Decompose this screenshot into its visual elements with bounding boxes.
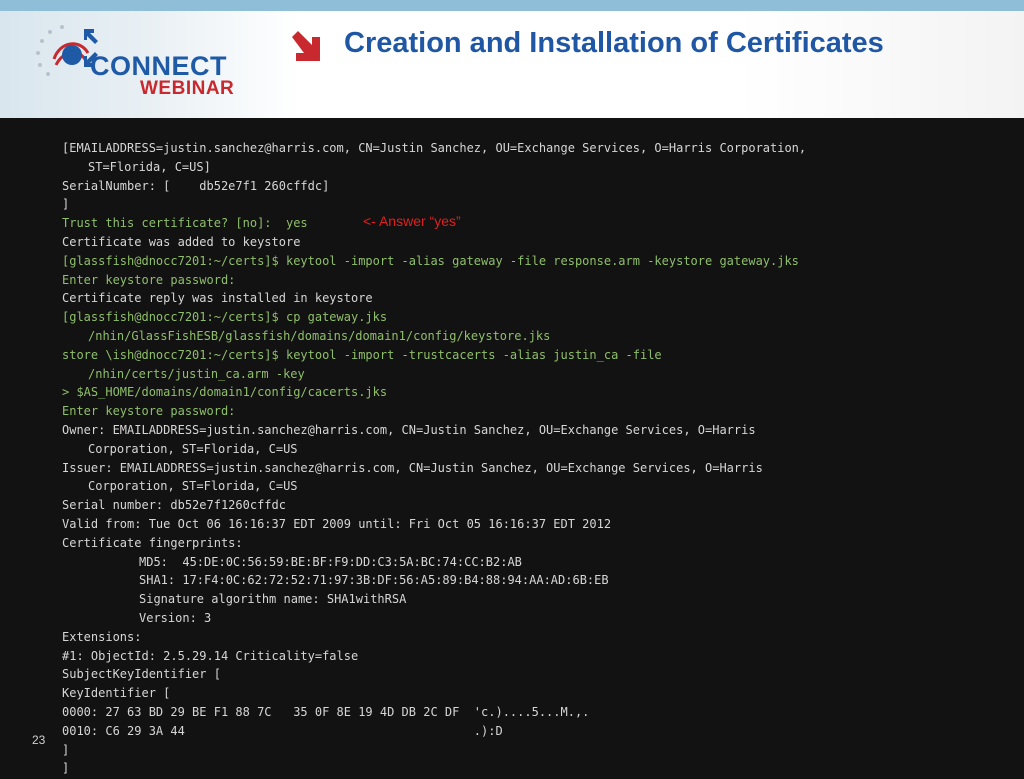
terminal-line: > $AS_HOME/domains/domain1/config/cacert…	[62, 385, 388, 400]
arrow-down-right-icon	[292, 31, 320, 61]
terminal-line: Serial number: db52e7f1260cffdc	[62, 498, 286, 513]
terminal-line: Version: 3	[139, 610, 212, 625]
terminal-line: Certificate was added to keystore	[62, 234, 301, 249]
terminal-line: Certificate fingerprints:	[62, 535, 243, 550]
terminal-line: Enter keystore password:	[62, 272, 236, 287]
terminal-line: [glassfish@dnocc7201:~/certs]$ keytool -…	[62, 253, 799, 268]
terminal-line: Corporation, ST=Florida, C=US	[88, 441, 298, 456]
terminal-line: Enter keystore password:	[62, 404, 236, 419]
terminal-line: #1: ObjectId: 2.5.29.14 Criticality=fals…	[62, 648, 359, 663]
terminal-line: [glassfish@dnocc7201:~/certs]$ cp gatewa…	[62, 310, 388, 325]
terminal-line: Issuer: EMAILADDRESS=justin.sanchez@harr…	[62, 460, 763, 475]
terminal-line: MD5: 45:DE:0C:56:59:BE:BF:F9:DD:C3:5A:BC…	[139, 554, 522, 569]
terminal-line: SerialNumber: [ db52e7f1 260cffdc]	[62, 178, 330, 193]
terminal-lines: [EMAILADDRESS=justin.sanchez@harris.com,…	[62, 140, 982, 779]
slide-title: Creation and Installation of Certificate…	[344, 27, 884, 59]
terminal-line: /nhin/certs/justin_ca.arm -key	[88, 366, 305, 381]
answer-annotation: <- Answer “yes”	[363, 213, 461, 229]
connect-webinar-logo: CONNECT WEBINAR	[0, 11, 300, 118]
terminal-line: [EMAILADDRESS=justin.sanchez@harris.com,…	[62, 141, 807, 155]
terminal-line: ]	[62, 197, 70, 212]
terminal-line: 0010: C6 29 3A 44 .):D	[62, 723, 503, 738]
terminal-line: ]	[62, 761, 70, 776]
terminal-line: store \ish@dnocc7201:~/certs]$ keytool -…	[62, 347, 662, 362]
terminal-line: Valid from: Tue Oct 06 16:16:37 EDT 2009…	[62, 516, 612, 531]
terminal-line: ]	[62, 742, 70, 757]
terminal-line: Corporation, ST=Florida, C=US	[88, 479, 298, 494]
terminal-line: /nhin/GlassFishESB/glassfish/domains/dom…	[88, 328, 551, 343]
top-accent-stripe	[0, 0, 1024, 11]
terminal-line: Certificate reply was installed in keyst…	[62, 291, 373, 306]
terminal-line: KeyIdentifier [	[62, 686, 171, 701]
terminal-line: SHA1: 17:F4:0C:62:72:52:71:97:3B:DF:56:A…	[139, 573, 609, 588]
terminal-line: ST=Florida, C=US]	[88, 159, 211, 174]
terminal-line: Signature algorithm name: SHA1withRSA	[139, 592, 407, 607]
page-number: 23	[32, 733, 46, 747]
slide-header: CONNECT WEBINAR Creation and Installatio…	[0, 11, 1024, 118]
logo-webinar-text: WEBINAR	[140, 78, 235, 99]
terminal-line: SubjectKeyIdentifier [	[62, 667, 221, 682]
terminal-line: Owner: EMAILADDRESS=justin.sanchez@harri…	[62, 422, 756, 437]
terminal-line: Extensions:	[62, 629, 142, 644]
terminal-line: Trust this certificate? [no]: yes	[62, 216, 308, 231]
terminal-line: 0000: 27 63 BD 29 BE F1 88 7C 35 0F 8E 1…	[62, 704, 590, 719]
terminal-output-panel: [EMAILADDRESS=justin.sanchez@harris.com,…	[0, 118, 1024, 775]
